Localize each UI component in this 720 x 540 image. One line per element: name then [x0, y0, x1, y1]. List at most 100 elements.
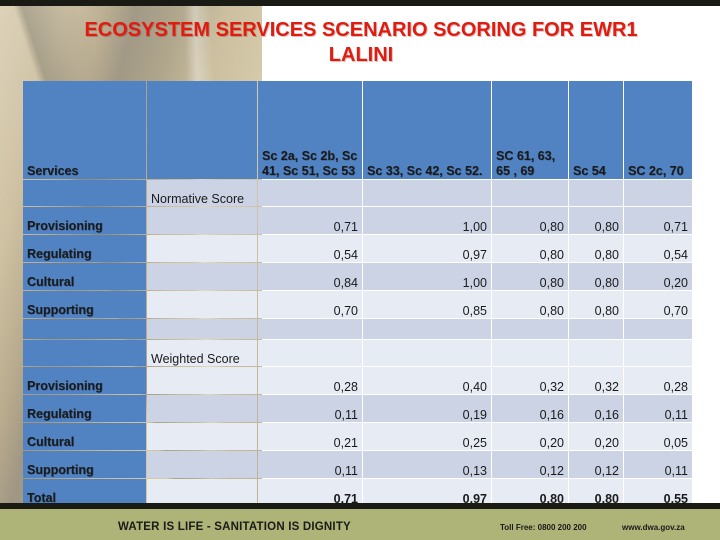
section-spacer-cell-1 [363, 340, 491, 366]
footer-tagline: WATER IS LIFE - SANITATION IS DIGNITY [118, 521, 351, 533]
section-blank-cell-5 [624, 319, 692, 339]
column-header-1 [147, 81, 257, 179]
value-cell-3: 0,80 [569, 207, 623, 234]
value-cell-2: 0,12 [492, 451, 568, 478]
value-cell-2: 0,80 [492, 479, 568, 506]
row-label-cultural: Cultural [23, 423, 146, 450]
section-spacer-cell-4 [624, 180, 692, 206]
section-blank-cell-2 [363, 319, 491, 339]
score-type-label: Normative Score [147, 180, 257, 206]
section-spacer-cell-2 [492, 180, 568, 206]
column-header-2: Sc 2a, Sc 2b, Sc 41, Sc 51, Sc 53 [258, 81, 362, 179]
value-cell-3: 0,80 [569, 291, 623, 318]
value-cell-0: 0,11 [258, 451, 362, 478]
value-cell-4: 0,54 [624, 235, 692, 262]
row-label-cultural: Cultural [23, 263, 146, 290]
table-row: Regulating 0,54 0,97 0,80 0,80 0,54 [23, 235, 692, 262]
value-cell-3: 0,12 [569, 451, 623, 478]
score-type-spacer [147, 367, 257, 394]
table-row: Supporting 0,70 0,85 0,80 0,80 0,70 [23, 291, 692, 318]
section-spacer-label [23, 340, 146, 366]
value-cell-0: 0,84 [258, 263, 362, 290]
value-cell-4: 0,05 [624, 423, 692, 450]
value-cell-4: 0,20 [624, 263, 692, 290]
column-header-3: Sc 33, Sc 42, Sc 52. [363, 81, 491, 179]
column-header-4: SC 61, 63, 65 , 69 [492, 81, 568, 179]
slide: ECOSYSTEM SERVICES SCENARIO SCORING FOR … [0, 0, 720, 540]
row-label-total: Total [23, 479, 146, 506]
footer-website-url[interactable]: www.dwa.gov.za [622, 523, 685, 532]
row-label-supporting: Supporting [23, 291, 146, 318]
value-cell-1: 0,13 [363, 451, 491, 478]
value-cell-0: 0,54 [258, 235, 362, 262]
section-blank-cell-1 [258, 319, 362, 339]
value-cell-1: 0,85 [363, 291, 491, 318]
score-type-spacer [147, 207, 257, 234]
row-label-regulating: Regulating [23, 395, 146, 422]
value-cell-4: 0,55 [624, 479, 692, 506]
score-type-spacer [147, 291, 257, 318]
column-header-5: Sc 54 [569, 81, 623, 179]
score-type-spacer [147, 235, 257, 262]
section-blank-cell-3 [492, 319, 568, 339]
top-black-band [0, 0, 720, 6]
value-cell-3: 0,80 [569, 235, 623, 262]
value-cell-3: 0,16 [569, 395, 623, 422]
value-cell-2: 0,80 [492, 235, 568, 262]
row-label-regulating: Regulating [23, 235, 146, 262]
table-row: Provisioning 0,28 0,40 0,32 0,32 0,28 [23, 367, 692, 394]
score-type-spacer [147, 423, 257, 450]
score-type-spacer [147, 395, 257, 422]
value-cell-2: 0,80 [492, 291, 568, 318]
footer-band: WATER IS LIFE - SANITATION IS DIGNITY To… [0, 503, 720, 540]
value-cell-1: 0,97 [363, 479, 491, 506]
score-type-spacer [147, 451, 257, 478]
table-row: Cultural 0,21 0,25 0,20 0,20 0,05 [23, 423, 692, 450]
scoring-table: Services Sc 2a, Sc 2b, Sc 41, Sc 51, Sc 5… [22, 80, 693, 507]
value-cell-1: 1,00 [363, 263, 491, 290]
value-cell-1: 0,97 [363, 235, 491, 262]
value-cell-4: 0,11 [624, 395, 692, 422]
value-cell-1: 0,40 [363, 367, 491, 394]
section-blank-label [23, 319, 146, 339]
section-spacer-cell-1 [363, 180, 491, 206]
value-cell-0: 0,11 [258, 395, 362, 422]
value-cell-4: 0,28 [624, 367, 692, 394]
section-spacer-row: Normative Score [23, 180, 692, 206]
score-type-label: Weighted Score [147, 340, 257, 366]
value-cell-2: 0,80 [492, 263, 568, 290]
value-cell-3: 0,32 [569, 367, 623, 394]
value-cell-0: 0,70 [258, 291, 362, 318]
column-header-0: Services [23, 81, 146, 179]
scoring-table-wrapper: Services Sc 2a, Sc 2b, Sc 41, Sc 51, Sc 5… [22, 80, 693, 507]
value-cell-3: 0,80 [569, 479, 623, 506]
table-header-row: Services Sc 2a, Sc 2b, Sc 41, Sc 51, Sc 5… [23, 81, 692, 179]
section-blank-row [23, 319, 692, 339]
section-spacer-cell-3 [569, 180, 623, 206]
section-blank-cell-4 [569, 319, 623, 339]
table-row: Total 0,71 0,97 0,80 0,80 0,55 [23, 479, 692, 506]
value-cell-2: 0,16 [492, 395, 568, 422]
value-cell-4: 0,70 [624, 291, 692, 318]
section-blank-cell-0 [147, 319, 257, 339]
value-cell-2: 0,80 [492, 207, 568, 234]
value-cell-3: 0,20 [569, 423, 623, 450]
row-label-supporting: Supporting [23, 451, 146, 478]
scoring-table-body: Services Sc 2a, Sc 2b, Sc 41, Sc 51, Sc 5… [23, 81, 692, 506]
score-type-spacer [147, 263, 257, 290]
section-spacer-cell-2 [492, 340, 568, 366]
footer-toll-free: Toll Free: 0800 200 200 [500, 523, 587, 532]
value-cell-3: 0,80 [569, 263, 623, 290]
section-spacer-cell-0 [258, 340, 362, 366]
value-cell-1: 0,19 [363, 395, 491, 422]
section-spacer-cell-0 [258, 180, 362, 206]
value-cell-0: 0,28 [258, 367, 362, 394]
column-header-6: SC 2c, 70 [624, 81, 692, 179]
section-spacer-row: Weighted Score [23, 340, 692, 366]
table-row: Cultural 0,84 1,00 0,80 0,80 0,20 [23, 263, 692, 290]
section-spacer-cell-4 [624, 340, 692, 366]
value-cell-2: 0,32 [492, 367, 568, 394]
row-label-provisioning: Provisioning [23, 367, 146, 394]
value-cell-4: 0,71 [624, 207, 692, 234]
page-title: ECOSYSTEM SERVICES SCENARIO SCORING FOR … [84, 19, 638, 66]
